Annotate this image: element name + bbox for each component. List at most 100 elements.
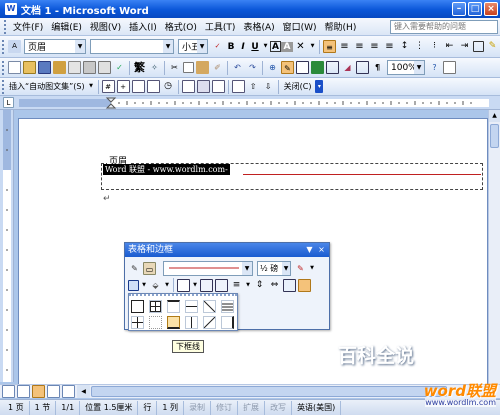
insert-autotext-button[interactable]: 插入“自动图文集”(S): [7, 81, 87, 92]
insert-excel-icon[interactable]: [311, 61, 324, 74]
font-size-select[interactable]: 小五 ▼: [178, 39, 208, 54]
help-icon[interactable]: ?: [428, 61, 441, 74]
menu-format[interactable]: 格式(O): [161, 20, 201, 33]
hyperlink-icon[interactable]: ⊕: [266, 61, 279, 74]
tab-selector[interactable]: L: [3, 97, 14, 108]
vertical-ruler[interactable]: [0, 110, 14, 382]
border-bottom-icon[interactable]: [167, 316, 180, 329]
align-left-button[interactable]: ≡: [323, 40, 336, 53]
hscroll-thumb[interactable]: [91, 386, 447, 397]
outline-view-icon[interactable]: [47, 385, 60, 398]
reading-view-icon[interactable]: [62, 385, 75, 398]
menu-table[interactable]: 表格(A): [239, 20, 278, 33]
border-none-icon[interactable]: [149, 316, 162, 329]
underline-button[interactable]: U: [249, 42, 261, 52]
header-text-selection[interactable]: Word 联盟 - www.wordlm.com-: [103, 164, 230, 175]
doc-map-icon[interactable]: [356, 61, 369, 74]
bold-button[interactable]: B: [225, 42, 237, 52]
border-dropdown-icon[interactable]: ▼: [141, 279, 147, 292]
research-icon[interactable]: ✧: [148, 61, 161, 74]
border-diag-down-icon[interactable]: [203, 300, 216, 313]
align-center-button[interactable]: ≡: [338, 40, 351, 53]
char-scaling-icon[interactable]: ✕: [294, 40, 307, 53]
insert-table-icon[interactable]: [177, 278, 190, 292]
border-color-dropdown-icon[interactable]: ▼: [309, 262, 315, 275]
toolbar-grip[interactable]: [2, 39, 5, 54]
show-hide-icon[interactable]: ¶: [371, 61, 384, 74]
spelling-icon[interactable]: ✓: [113, 61, 126, 74]
outside-border-icon[interactable]: [128, 279, 139, 291]
chevron-down-icon[interactable]: ▼: [197, 40, 207, 53]
open-folder-icon[interactable]: [23, 61, 36, 74]
distributed-align-button[interactable]: ≡: [383, 40, 396, 53]
format-painter-icon[interactable]: ✐: [211, 61, 224, 74]
tables-borders-icon[interactable]: ✎: [281, 61, 294, 74]
border-inside-icon[interactable]: [131, 316, 144, 329]
eraser-icon[interactable]: ▭: [143, 261, 156, 275]
vertical-scrollbar[interactable]: ▲: [488, 110, 500, 384]
border-inside-v-icon[interactable]: [185, 316, 198, 329]
panel-titlebar[interactable]: 表格和边框 ▼ ×: [125, 243, 329, 257]
highlight-icon[interactable]: ✎: [486, 40, 499, 53]
horizontal-ruler[interactable]: L: [0, 96, 500, 110]
toolbar-options-icon[interactable]: ▾: [315, 80, 324, 93]
decrease-indent-icon[interactable]: ⇤: [443, 40, 456, 53]
line-style-select[interactable]: ▼: [163, 260, 253, 276]
new-document-icon[interactable]: [8, 61, 21, 74]
traditional-simplified-icon[interactable]: 繁: [133, 61, 146, 74]
chevron-down-icon[interactable]: ▼: [242, 261, 252, 275]
border-diag-up-icon[interactable]: [203, 316, 216, 329]
show-previous-icon[interactable]: ⇧: [247, 80, 260, 93]
paste-icon[interactable]: [196, 61, 209, 74]
draw-table-icon[interactable]: ✎: [128, 262, 141, 275]
line-spacing-icon[interactable]: ↕: [398, 40, 411, 53]
menu-window[interactable]: 窗口(W): [279, 20, 321, 33]
scroll-thumb[interactable]: [490, 124, 499, 148]
border-inside-h-icon[interactable]: [185, 300, 198, 313]
scaling-dropdown-icon[interactable]: ▼: [309, 40, 316, 53]
styles-pane-icon[interactable]: A: [8, 40, 21, 53]
undo-icon[interactable]: ↶: [231, 61, 244, 74]
border-all-icon[interactable]: [149, 300, 162, 313]
autotext-dropdown-icon[interactable]: ▼: [88, 80, 95, 93]
asian-layout-icon[interactable]: ✓: [211, 40, 224, 53]
permission-icon[interactable]: [53, 61, 66, 74]
chevron-down-icon[interactable]: ▼: [282, 261, 290, 275]
copy-icon[interactable]: [183, 62, 194, 73]
align-cell-icon[interactable]: ≡: [230, 279, 243, 292]
save-icon[interactable]: [38, 61, 51, 74]
border-icon[interactable]: [473, 41, 484, 52]
web-view-icon[interactable]: [17, 385, 30, 398]
split-cells-icon[interactable]: [215, 278, 228, 292]
menu-help[interactable]: 帮助(H): [321, 20, 361, 33]
insert-date-icon[interactable]: [146, 80, 160, 93]
scroll-left-arrow[interactable]: ◀: [77, 385, 90, 398]
merge-cells-icon[interactable]: [200, 278, 213, 292]
read-mode-icon[interactable]: [443, 61, 456, 74]
help-search-input[interactable]: 键入需要帮助的问题: [390, 20, 498, 34]
redo-icon[interactable]: ↷: [246, 61, 259, 74]
justify-button[interactable]: ≡: [368, 40, 381, 53]
status-overtype[interactable]: 改写: [265, 400, 293, 415]
align-right-button[interactable]: ≡: [353, 40, 366, 53]
close-header-footer-button[interactable]: 关闭(C): [281, 81, 315, 92]
insert-table-dropdown-icon[interactable]: ▼: [192, 279, 198, 292]
zoom-select[interactable]: 100% ▼: [387, 60, 425, 75]
bullets-icon[interactable]: ⁝: [428, 40, 441, 53]
print-view-icon[interactable]: [32, 385, 45, 398]
char-shading-button[interactable]: A: [281, 41, 293, 52]
font-select[interactable]: ▼: [90, 39, 174, 54]
status-track[interactable]: 修订: [211, 400, 239, 415]
border-color-icon[interactable]: ✎: [294, 262, 307, 275]
border-outside-icon[interactable]: [131, 300, 144, 313]
same-as-previous-icon[interactable]: [211, 80, 225, 93]
email-icon[interactable]: [68, 61, 81, 74]
autoformat-icon[interactable]: [283, 278, 296, 292]
distribute-rows-icon[interactable]: ⇕: [253, 279, 266, 292]
status-extend[interactable]: 扩展: [238, 400, 266, 415]
columns-icon[interactable]: [326, 61, 339, 74]
shading-dropdown-icon[interactable]: ▼: [164, 279, 170, 292]
shading-color-icon[interactable]: ⬙: [149, 279, 162, 292]
maximize-button[interactable]: □: [468, 2, 482, 16]
insert-table-icon[interactable]: [296, 61, 309, 74]
